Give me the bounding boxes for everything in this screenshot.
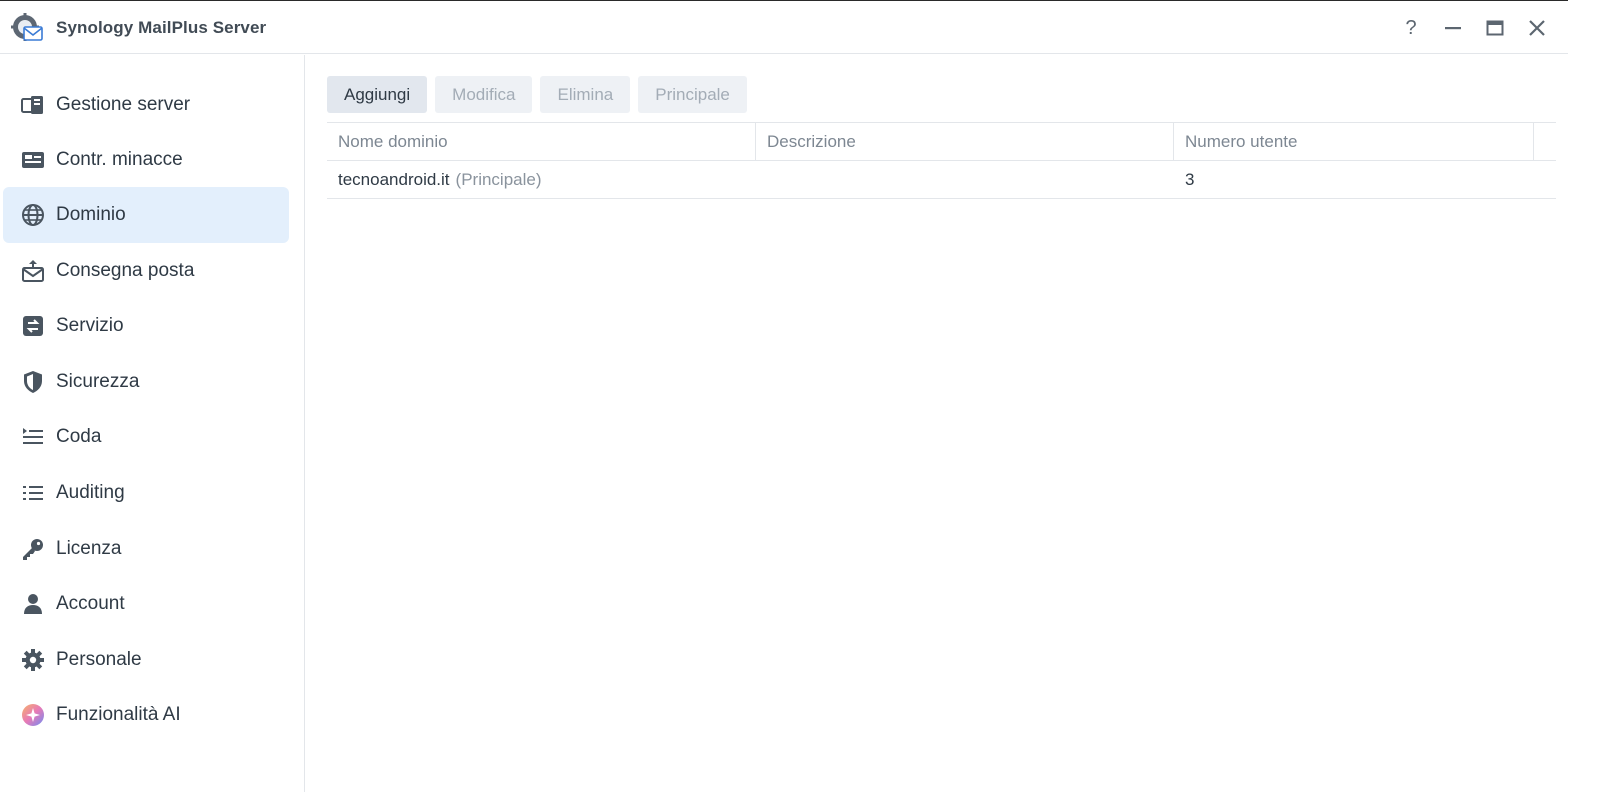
- primary-tag: (Principale): [455, 169, 542, 189]
- server-management-icon: [21, 93, 45, 117]
- user-count-cell: 3: [1185, 169, 1195, 189]
- close-button[interactable]: [1524, 15, 1550, 41]
- sidebar-item-label: Sicurezza: [56, 371, 140, 392]
- help-button[interactable]: ?: [1398, 15, 1424, 41]
- set-primary-button[interactable]: Principale: [638, 76, 747, 113]
- sidebar-item-licenza[interactable]: Licenza: [3, 521, 289, 577]
- ai-sparkle-icon: [21, 703, 45, 727]
- key-icon: [21, 537, 45, 561]
- gear-icon: [21, 648, 45, 672]
- edit-button[interactable]: Modifica: [435, 76, 533, 113]
- sidebar-item-label: Servizio: [56, 315, 124, 336]
- mail-delivery-icon: [21, 259, 45, 283]
- sidebar-item-label: Licenza: [56, 538, 122, 559]
- sidebar-item-label: Contr. minacce: [56, 149, 183, 170]
- maximize-button[interactable]: [1482, 15, 1508, 41]
- title-bar: Synology MailPlus Server ?: [0, 1, 1568, 54]
- app-window: Synology MailPlus Server ? Gestione serv…: [0, 0, 1568, 792]
- window-title: Synology MailPlus Server: [56, 18, 267, 37]
- list-icon: [21, 481, 45, 505]
- table-header: Nome dominio Descrizione Numero utente: [327, 122, 1556, 161]
- sidebar-item-label: Coda: [56, 426, 102, 447]
- close-icon: [1529, 20, 1545, 36]
- service-icon: [21, 314, 45, 338]
- sidebar-item-consegna-posta[interactable]: Consegna posta: [3, 243, 289, 299]
- description-cell: [756, 161, 1174, 198]
- sidebar-item-label: Account: [56, 593, 125, 614]
- user-icon: [21, 592, 45, 616]
- sidebar-item-label: Dominio: [56, 204, 126, 225]
- queue-icon: [21, 425, 45, 449]
- domain-table: Nome dominio Descrizione Numero utente t…: [327, 122, 1556, 199]
- shield-icon: [21, 370, 45, 394]
- domain-name: tecnoandroid.it: [338, 169, 450, 189]
- table-row[interactable]: tecnoandroid.it (Principale) 3: [327, 161, 1556, 199]
- toolbar: Aggiungi Modifica Elimina Principale: [327, 76, 747, 113]
- sidebar-item-servizio[interactable]: Servizio: [3, 298, 289, 354]
- question-icon: ?: [1405, 16, 1417, 39]
- sidebar-item-sicurezza[interactable]: Sicurezza: [3, 354, 289, 410]
- sidebar-item-contr-minacce[interactable]: Contr. minacce: [3, 132, 289, 188]
- sidebar-item-label: Consegna posta: [56, 260, 195, 281]
- globe-icon: [21, 203, 45, 227]
- sidebar-item-personale[interactable]: Personale: [3, 632, 289, 688]
- column-header-description[interactable]: Descrizione: [756, 123, 1174, 161]
- main-content: Aggiungi Modifica Elimina Principale Nom…: [306, 55, 1568, 792]
- sidebar-item-dominio[interactable]: Dominio: [3, 187, 289, 243]
- maximize-icon: [1486, 20, 1504, 36]
- sidebar-item-funzionalita-ai[interactable]: Funzionalità AI: [3, 687, 289, 743]
- threat-monitor-icon: [21, 148, 45, 172]
- sidebar: Gestione server Contr. minacce Dominio C…: [0, 55, 305, 792]
- sidebar-item-label: Gestione server: [56, 94, 191, 115]
- domain-name-cell: tecnoandroid.it (Principale): [327, 161, 756, 198]
- minimize-icon: [1445, 27, 1461, 30]
- desktop-background-bottom: [0, 792, 1568, 808]
- delete-button[interactable]: Elimina: [540, 76, 631, 113]
- sidebar-item-label: Funzionalità AI: [56, 704, 181, 725]
- add-button[interactable]: Aggiungi: [327, 76, 428, 113]
- desktop-background-right: [1568, 0, 1600, 808]
- column-header-user-count[interactable]: Numero utente: [1174, 123, 1534, 161]
- column-header-domain-name[interactable]: Nome dominio: [327, 123, 756, 161]
- sidebar-item-coda[interactable]: Coda: [3, 409, 289, 465]
- sidebar-item-account[interactable]: Account: [3, 576, 289, 632]
- minimize-button[interactable]: [1440, 15, 1466, 41]
- sidebar-item-gestione-server[interactable]: Gestione server: [3, 77, 289, 133]
- sidebar-item-label: Auditing: [56, 482, 125, 503]
- sidebar-item-auditing[interactable]: Auditing: [3, 465, 289, 521]
- sidebar-item-label: Personale: [56, 649, 142, 670]
- mailplus-app-icon: [10, 12, 44, 44]
